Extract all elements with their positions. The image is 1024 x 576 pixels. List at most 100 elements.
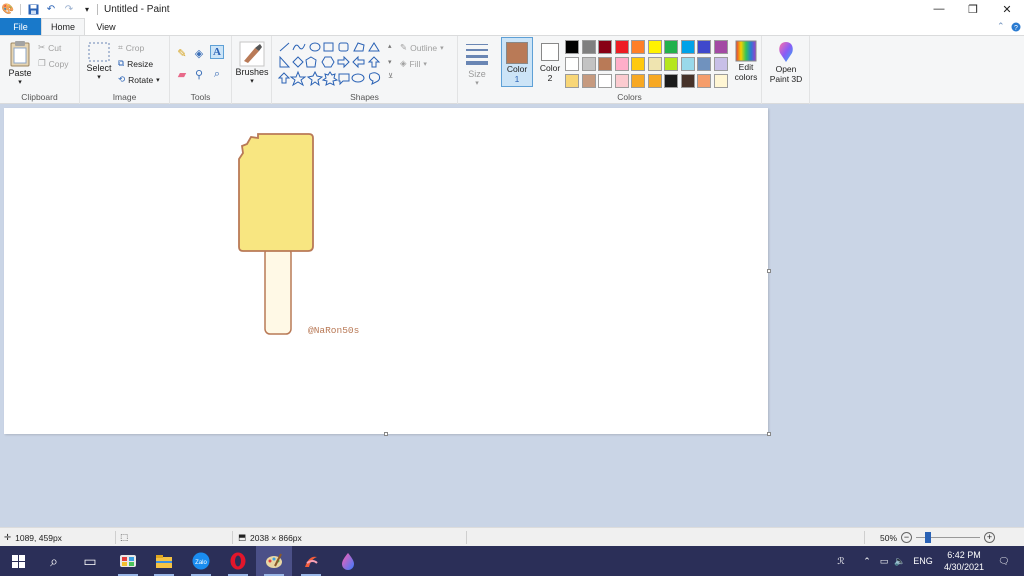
palette-swatch[interactable] — [647, 74, 662, 88]
palette-swatch[interactable] — [598, 74, 612, 88]
tab-file[interactable]: File — [0, 18, 41, 35]
magnifier-icon[interactable]: ⌕ — [210, 67, 224, 81]
color-picker-icon[interactable]: ⚲ — [192, 67, 206, 81]
size-label: Size — [468, 69, 486, 79]
palette-swatch[interactable] — [565, 40, 579, 54]
battery-icon[interactable]: ▭ — [876, 556, 892, 567]
zalo-icon[interactable]: Zalo — [183, 546, 219, 576]
palette-swatch[interactable] — [664, 57, 678, 71]
palette-swatch[interactable] — [664, 40, 678, 54]
size-button[interactable]: Size ▾ — [462, 41, 492, 87]
minimize-button[interactable]: — — [922, 0, 956, 18]
brushes-button[interactable]: Brushes ▾ — [235, 41, 269, 85]
fill-bucket-icon[interactable]: ◈ — [192, 46, 206, 60]
restore-button[interactable]: ❐ — [956, 0, 990, 18]
resize-handle-right[interactable] — [767, 269, 771, 273]
palette-swatch[interactable] — [697, 57, 711, 71]
cut-button[interactable]: ✂ Cut — [38, 42, 61, 53]
opera-browser-icon[interactable] — [220, 546, 256, 576]
zoom-in-icon[interactable]: + — [984, 532, 996, 543]
palette-swatch[interactable] — [697, 40, 711, 54]
palette-swatch[interactable] — [697, 74, 711, 88]
paste-button[interactable]: Paste ▾ — [6, 40, 34, 86]
palette-swatch[interactable] — [713, 74, 728, 88]
task-view-icon[interactable]: ▭ — [72, 546, 108, 576]
resize-handle-corner[interactable] — [767, 432, 771, 436]
palette-swatch[interactable] — [581, 57, 596, 71]
palette-swatch[interactable] — [614, 74, 629, 88]
palette-swatch[interactable] — [598, 40, 612, 54]
search-icon[interactable]: ⌕ — [36, 546, 72, 576]
palette-swatch[interactable] — [713, 40, 728, 54]
fill-button[interactable]: ◈ Fill ▾ — [400, 58, 427, 69]
language-indicator[interactable]: ENG — [908, 556, 938, 566]
show-hidden-icons-chevron-icon[interactable]: ⌃ — [858, 556, 876, 567]
text-tool-icon[interactable]: A — [210, 45, 224, 59]
app-swirl-icon[interactable] — [293, 546, 329, 576]
ribbon-collapse-chevron-icon[interactable]: ⌃ — [997, 18, 1005, 35]
palette-swatch[interactable] — [680, 57, 695, 71]
select-button[interactable]: Select ▾ — [85, 41, 113, 81]
palette-swatch[interactable] — [565, 74, 579, 88]
app-grid-icon[interactable] — [110, 546, 146, 576]
palette-swatch[interactable] — [581, 40, 596, 54]
shapes-scroll-up-icon[interactable]: ▴ — [388, 42, 392, 50]
tab-view[interactable]: View — [85, 18, 127, 35]
drop-app-icon[interactable] — [330, 546, 366, 576]
zoom-slider[interactable] — [916, 532, 981, 543]
drawing-canvas[interactable]: @NaRon50s — [4, 108, 771, 436]
zoom-out-icon[interactable]: − — [901, 532, 913, 543]
tab-home[interactable]: Home — [41, 18, 85, 35]
paint-app-icon[interactable]: 🎨 — [2, 3, 14, 15]
redo-icon[interactable]: ↷ — [63, 3, 75, 15]
rotate-button[interactable]: ⟲ Rotate ▾ — [118, 74, 160, 85]
palette-swatch[interactable] — [664, 74, 678, 88]
palette-swatch[interactable] — [565, 57, 579, 71]
outline-icon: ✎ — [400, 42, 408, 52]
resize-handle-bottom[interactable] — [384, 432, 388, 436]
palette-swatch[interactable] — [647, 57, 662, 71]
clock[interactable]: 6:42 PM 4/30/2021 — [938, 549, 990, 573]
palette-swatch[interactable] — [713, 57, 728, 71]
people-icon[interactable]: ℛ — [830, 556, 852, 567]
edit-colors-button[interactable]: Edit colors — [731, 40, 761, 82]
color2-selector[interactable]: Color 2 — [535, 37, 565, 87]
shapes-scroll-down-icon[interactable]: ▾ — [388, 58, 392, 66]
palette-swatch[interactable] — [598, 57, 612, 71]
palette-swatch[interactable] — [581, 74, 596, 88]
close-button[interactable]: ✕ — [990, 0, 1024, 18]
color1-selector[interactable]: Color 1 — [501, 37, 533, 87]
file-explorer-icon[interactable] — [146, 546, 182, 576]
notification-center-icon[interactable]: 🗨 — [990, 556, 1018, 567]
palette-swatch[interactable] — [631, 40, 645, 54]
palette-swatch[interactable] — [680, 40, 695, 54]
eraser-icon[interactable]: ▰ — [175, 67, 189, 81]
palette-swatch[interactable] — [614, 57, 629, 71]
volume-icon[interactable]: 🔈 — [892, 556, 908, 567]
palette-swatch[interactable] — [614, 40, 629, 54]
brush-icon — [239, 41, 265, 67]
save-icon[interactable] — [27, 3, 39, 15]
palette-swatch[interactable] — [680, 74, 695, 88]
tools-group-label: Tools — [190, 92, 211, 102]
start-button[interactable] — [0, 546, 36, 576]
shapes-gallery[interactable] — [277, 40, 390, 88]
svg-text:?: ? — [1014, 25, 1018, 32]
open-paint3d-button[interactable]: Open Paint 3D — [768, 40, 804, 84]
palette-swatch[interactable] — [631, 57, 645, 71]
paint-taskbar-icon[interactable] — [256, 546, 292, 576]
help-icon[interactable]: ? — [1011, 18, 1021, 35]
system-tray: ℛ ⌃ ▭ 🔈 ENG 6:42 PM 4/30/2021 🗨 — [830, 546, 1018, 576]
zoom-slider-thumb[interactable] — [925, 532, 932, 543]
undo-icon[interactable]: ↶ — [45, 3, 57, 15]
resize-button[interactable]: ⧉ Resize — [118, 58, 153, 69]
customize-qat-chevron-icon[interactable]: ▾ — [81, 3, 93, 15]
palette-swatch[interactable] — [647, 40, 662, 54]
crop-button[interactable]: ⌗ Crop — [118, 42, 144, 53]
window-controls: — ❐ ✕ — [922, 0, 1024, 18]
outline-button[interactable]: ✎ Outline ▾ — [400, 42, 444, 53]
shapes-expand-icon[interactable]: ⊻ — [388, 72, 393, 80]
pencil-icon[interactable]: ✎ — [175, 46, 189, 60]
palette-swatch[interactable] — [631, 74, 645, 88]
copy-button[interactable]: ❐ Copy — [38, 58, 68, 69]
